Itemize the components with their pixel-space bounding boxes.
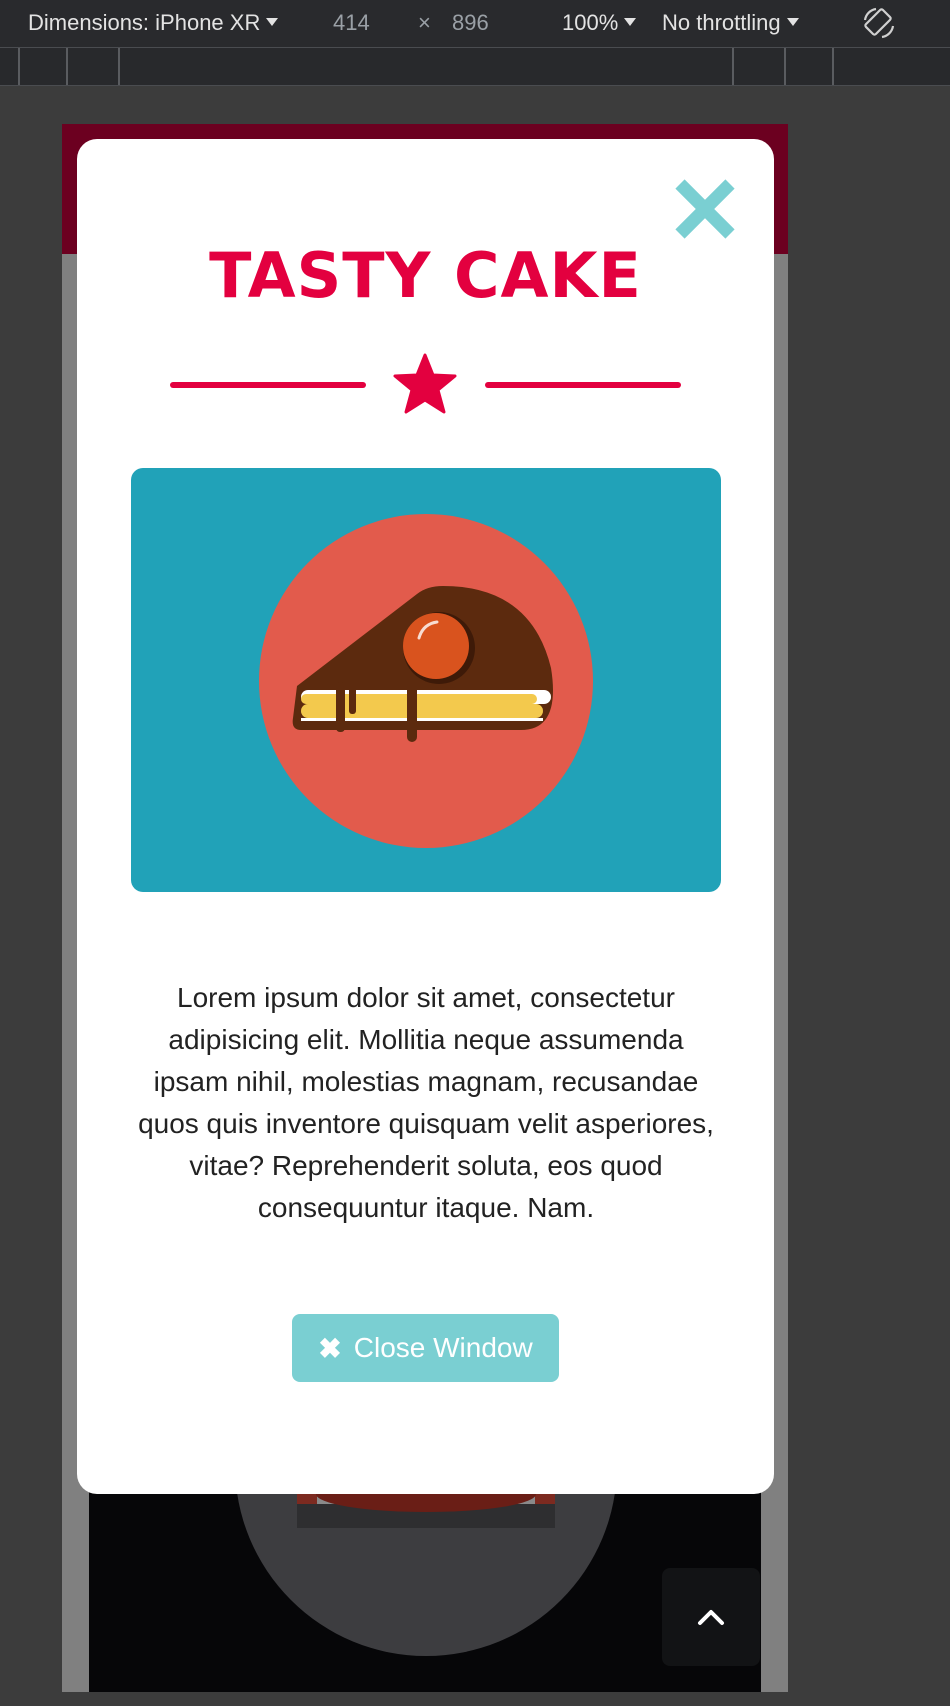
modal-title: TASTY CAKE [209, 239, 642, 312]
rotate-icon[interactable] [862, 6, 896, 40]
cake-slice-icon [259, 514, 593, 848]
dimensions-dropdown[interactable]: Dimensions: iPhone XR [28, 10, 279, 36]
ruler-mark [118, 48, 120, 85]
dropdown-caret-icon [786, 18, 799, 26]
device-ruler [0, 48, 950, 86]
throttling-dropdown[interactable]: No throttling [662, 10, 799, 36]
dropdown-caret-icon [624, 18, 637, 26]
ruler-mark [784, 48, 786, 85]
zoom-dropdown[interactable]: 100% [562, 10, 637, 36]
throttling-label: No throttling [662, 10, 781, 35]
chevron-up-icon [698, 1610, 724, 1625]
height-field[interactable]: 896 [452, 10, 489, 36]
divider-line-right [485, 382, 681, 388]
ruler-mark [732, 48, 734, 85]
width-field[interactable]: 414 [333, 10, 370, 36]
ruler-mark [832, 48, 834, 85]
close-window-label: Close Window [353, 1332, 533, 1363]
modal-paragraph: Lorem ipsum dolor sit amet, consectetur … [138, 982, 714, 1223]
cake-image [131, 468, 721, 892]
divider-line-left [170, 382, 366, 388]
dropdown-caret-icon [266, 18, 279, 26]
dimensions-label: Dimensions: iPhone XR [28, 10, 261, 35]
star-icon [393, 353, 457, 414]
zoom-label: 100% [562, 10, 619, 35]
close-icon[interactable] [674, 178, 736, 240]
close-window-button[interactable]: ✖ Close Window [292, 1314, 559, 1382]
devtools-toolbar: Dimensions: iPhone XR 414 × 896 100% No … [0, 0, 950, 48]
close-icon: ✖ [318, 1332, 342, 1364]
cake-modal: TASTY CAKE Lorem ipsum dolor sit amet, c… [77, 139, 774, 1494]
ruler-mark [66, 48, 68, 85]
scroll-to-top-button[interactable] [662, 1568, 760, 1666]
times-separator: × [418, 10, 431, 35]
ruler-mark [18, 48, 20, 85]
